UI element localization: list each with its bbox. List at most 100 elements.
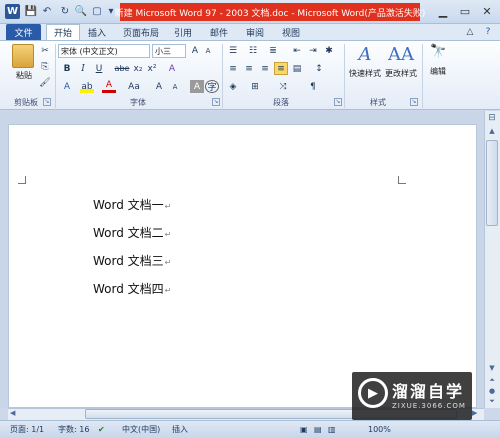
cut-icon[interactable]: ✂ <box>38 44 52 57</box>
paragraph-mark: ↵ <box>164 230 172 239</box>
full-screen-icon[interactable]: ▤ <box>314 420 322 438</box>
crop-mark-right <box>398 176 406 184</box>
paragraph-mark: ↵ <box>164 202 172 211</box>
clear-formatting-icon[interactable]: A <box>165 62 179 75</box>
doc-line-4[interactable]: Word 文档四↵ <box>93 280 171 297</box>
tab-home[interactable]: 开始 <box>46 24 80 40</box>
insert-mode[interactable]: 插入 <box>172 420 188 438</box>
document-page[interactable] <box>8 124 477 408</box>
superscript-button[interactable]: x² <box>145 62 159 75</box>
show-marks-icon[interactable]: ¶ <box>306 80 320 93</box>
distributed-icon[interactable]: ▤ <box>290 62 304 75</box>
styles-group-label: 样式 <box>370 97 386 107</box>
change-styles-icon[interactable]: AA <box>388 44 414 66</box>
scroll-right-icon[interactable]: ▶ <box>472 409 482 419</box>
scroll-left-icon[interactable]: ◀ <box>10 409 20 419</box>
font-color-icon[interactable]: A <box>102 80 116 93</box>
font-name-dropdown[interactable]: 宋体 (中文正文) <box>58 44 150 58</box>
paragraph-mark: ↵ <box>164 286 172 295</box>
refresh-icon[interactable]: ↻ <box>58 4 72 18</box>
italic-button[interactable]: I <box>76 62 90 75</box>
paste-button-label[interactable]: 粘贴 <box>12 70 36 82</box>
doc-line-2[interactable]: Word 文档二↵ <box>93 224 171 241</box>
character-shading-icon[interactable]: A <box>190 80 204 93</box>
font-launcher-icon[interactable]: ↘ <box>212 98 220 106</box>
maximize-button[interactable]: ▭ <box>455 2 475 20</box>
save-icon[interactable]: 💾 <box>24 4 38 18</box>
new-doc-icon[interactable]: ▢ <box>90 4 104 18</box>
tab-page-layout[interactable]: 页面布局 <box>118 24 164 40</box>
tab-review[interactable]: 审阅 <box>240 24 270 40</box>
bold-button[interactable]: B <box>60 62 74 75</box>
tab-references[interactable]: 引用 <box>168 24 198 40</box>
font-size-value: 小三 <box>155 46 171 56</box>
numbering-icon[interactable]: ☷ <box>246 44 260 57</box>
doc-line-3[interactable]: Word 文档三↵ <box>93 252 171 269</box>
tab-insert[interactable]: 插入 <box>82 24 112 40</box>
justify-icon[interactable]: ≡ <box>274 62 288 75</box>
paste-icon[interactable] <box>12 44 34 68</box>
binoculars-icon[interactable]: 🔭 <box>430 44 446 62</box>
align-left-icon[interactable]: ≡ <box>226 62 240 75</box>
editing-label[interactable]: 编辑 <box>424 66 452 78</box>
tab-view[interactable]: 视图 <box>276 24 306 40</box>
quick-styles-label[interactable]: 快速样式 <box>346 68 384 80</box>
word-count[interactable]: 字数: 16 <box>58 420 89 438</box>
sort-icon[interactable]: ⤨ <box>276 80 290 93</box>
doc-line-1[interactable]: Word 文档一↵ <box>93 196 171 213</box>
shrink-font-icon[interactable]: A <box>201 44 215 57</box>
watermark-title: 溜溜自学 <box>392 382 465 401</box>
page-count[interactable]: 页面: 1/1 <box>10 420 44 438</box>
help-icon[interactable]: ? <box>480 24 496 40</box>
browse-object-icon[interactable]: ● <box>486 387 498 397</box>
web-layout-icon[interactable]: ▥ <box>328 420 336 438</box>
word-app-icon[interactable]: W <box>5 4 20 19</box>
minimize-button[interactable]: ▁ <box>433 2 453 20</box>
bullets-icon[interactable]: ☰ <box>226 44 240 57</box>
enclose-characters-icon[interactable]: 字 <box>205 80 219 93</box>
tab-file[interactable]: 文件 <box>6 24 41 40</box>
doc-line-text: Word 文档二 <box>93 226 164 240</box>
change-styles-label[interactable]: 更改样式 <box>382 68 420 80</box>
tab-mailings[interactable]: 邮件 <box>204 24 234 40</box>
proofing-icon[interactable]: ✔ <box>98 420 105 438</box>
grow-font-button-2[interactable]: A <box>152 80 166 93</box>
copy-icon[interactable]: ⎘ <box>38 60 52 73</box>
multilevel-list-icon[interactable]: ≣ <box>266 44 280 57</box>
styles-launcher-icon[interactable]: ↘ <box>410 98 418 106</box>
paragraph-launcher-icon[interactable]: ↘ <box>334 98 342 106</box>
borders-icon[interactable]: ⊞ <box>248 80 262 93</box>
language-indicator[interactable]: 中文(中国) <box>122 420 160 438</box>
grow-font-icon[interactable]: A <box>188 44 202 57</box>
scroll-up-icon[interactable]: ▲ <box>486 127 498 137</box>
quick-styles-icon[interactable]: A <box>354 44 376 66</box>
format-painter-icon[interactable]: 🖌 <box>38 76 52 89</box>
shrink-font-button-2[interactable]: A <box>168 80 182 93</box>
print-preview-icon[interactable]: 🔍 <box>74 4 88 18</box>
next-page-icon[interactable]: ⏷ <box>486 397 498 407</box>
ribbon-minimize-icon[interactable]: △ <box>462 24 478 40</box>
align-center-icon[interactable]: ≡ <box>242 62 256 75</box>
decrease-indent-icon[interactable]: ⇤ <box>290 44 304 57</box>
vertical-scroll-thumb[interactable] <box>486 140 498 226</box>
line-spacing-icon[interactable]: ↕ <box>312 62 326 75</box>
underline-button[interactable]: U <box>92 62 106 75</box>
align-right-icon[interactable]: ≡ <box>258 62 272 75</box>
subscript-button[interactable]: x₂ <box>131 62 145 75</box>
print-layout-icon[interactable]: ▣ <box>300 420 308 438</box>
strikethrough-button[interactable]: abe <box>114 62 130 75</box>
highlight-icon[interactable]: ab <box>80 80 94 93</box>
change-case-button[interactable]: Aa <box>124 80 144 93</box>
zoom-level[interactable]: 100% <box>368 420 391 438</box>
ruler-toggle-icon[interactable]: ⊟ <box>486 113 498 125</box>
shading-icon[interactable]: ◈ <box>226 80 240 93</box>
chinese-layout-icon[interactable]: ✱ <box>322 44 336 57</box>
prev-page-icon[interactable]: ⏶ <box>486 376 498 386</box>
undo-icon[interactable]: ↶ <box>40 4 54 18</box>
text-effects-icon[interactable]: A <box>60 80 74 93</box>
scroll-down-icon[interactable]: ▼ <box>486 364 498 374</box>
close-button[interactable]: ✕ <box>477 2 497 20</box>
increase-indent-icon[interactable]: ⇥ <box>306 44 320 57</box>
font-size-dropdown[interactable]: 小三 <box>152 44 186 58</box>
clipboard-launcher-icon[interactable]: ↘ <box>43 98 51 106</box>
